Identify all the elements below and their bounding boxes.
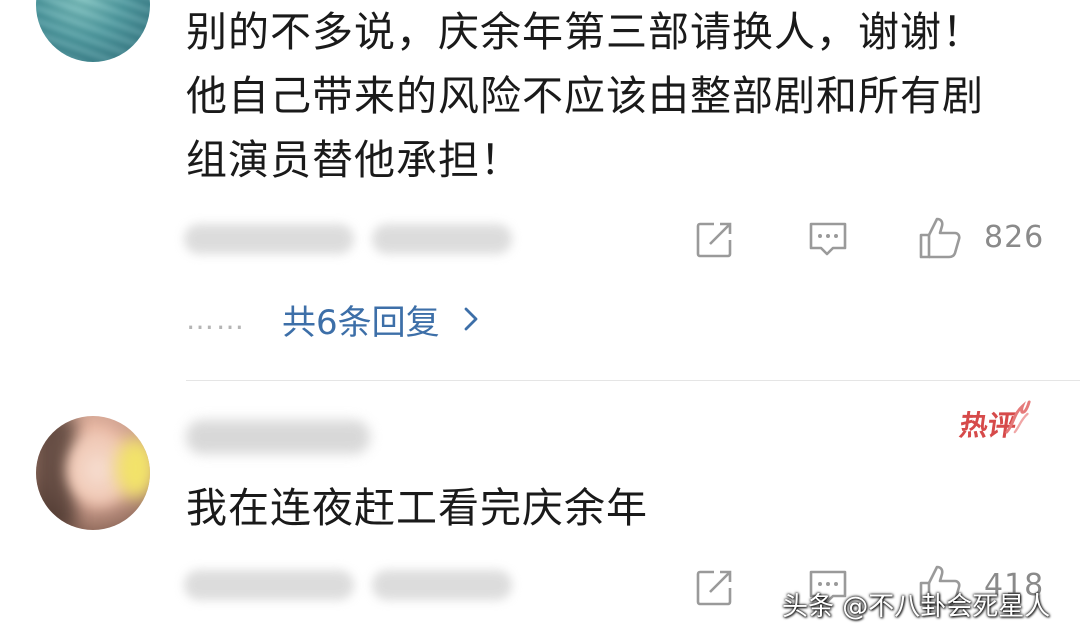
comment-text: 我在连夜赶工看完庆余年 xyxy=(186,484,648,532)
comment-text: 别的不多说，庆余年第三部请换人，谢谢！ 他自己带来的风险不应该由整部剧和所有剧 … xyxy=(186,8,984,184)
avatar[interactable] xyxy=(36,416,150,530)
comment-meta-location xyxy=(372,570,512,600)
reply-icon[interactable] xyxy=(806,218,850,262)
comment-meta-time xyxy=(184,570,354,600)
like-count: 826 xyxy=(984,220,1045,255)
comment-meta-time xyxy=(184,224,354,254)
comment-meta-location xyxy=(372,224,512,254)
avatar[interactable] xyxy=(36,0,150,62)
share-icon[interactable] xyxy=(692,218,736,262)
view-replies-link[interactable]: …… 共6条回复 xyxy=(186,295,480,344)
divider xyxy=(186,380,1080,381)
replies-count-label[interactable]: 共6条回复 xyxy=(282,295,440,344)
reply-dots: …… xyxy=(186,302,246,336)
thumbs-up-icon[interactable] xyxy=(916,214,964,262)
chevron-right-icon[interactable] xyxy=(462,305,480,333)
comment-list: 别的不多说，庆余年第三部请换人，谢谢！ 他自己带来的风险不应该由整部剧和所有剧 … xyxy=(0,0,1080,637)
watermark: 头条 @不八卦会死星人 xyxy=(782,592,1051,622)
username[interactable] xyxy=(186,420,370,454)
flame-icon xyxy=(1002,394,1035,441)
hot-comment-badge: 热评 xyxy=(957,400,1031,444)
share-icon[interactable] xyxy=(692,566,736,610)
